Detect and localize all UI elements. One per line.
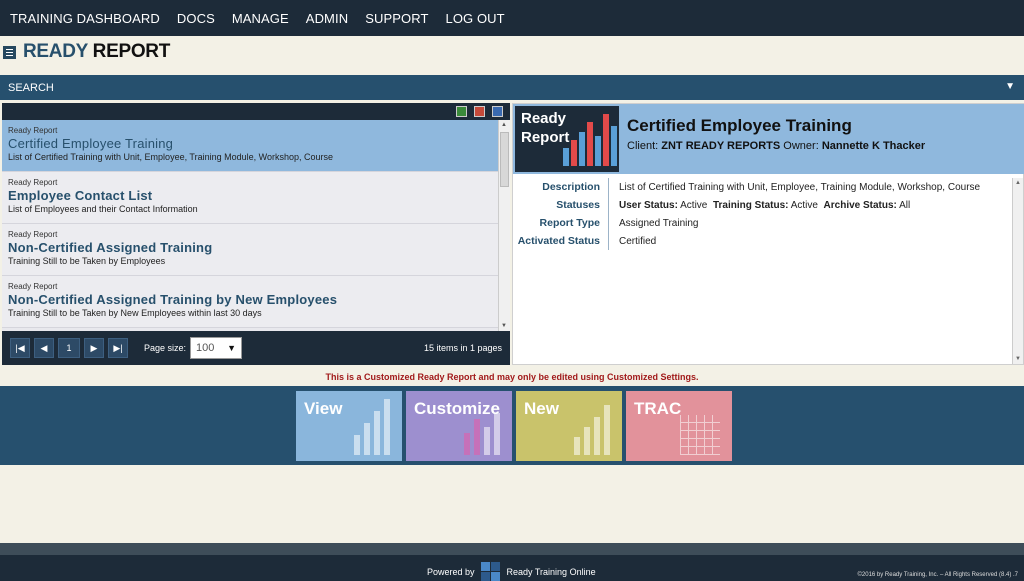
scroll-up-icon[interactable]: ▲ [1015,180,1021,186]
nav-admin[interactable]: ADMIN [306,11,348,26]
pdf-export-icon[interactable] [474,106,485,117]
powered-by: Powered by Ready Training Online [427,562,596,581]
page-size-label: Page size: [144,343,187,353]
list-item[interactable]: Ready Report Certified Employee Training… [2,120,498,172]
description-value: List of Certified Training with Unit, Em… [619,181,981,193]
last-page-button[interactable]: ▶| [108,338,128,358]
scroll-down-icon[interactable]: ▼ [501,323,507,329]
scroll-down-icon[interactable]: ▼ [1015,356,1021,362]
top-nav: TRAINING DASHBOARD DOCS MANAGE ADMIN SUP… [0,0,1024,36]
list-item[interactable]: Ready Report Employee Contact List List … [2,172,498,224]
copyright: ©2016 by Ready Training, Inc. – All Righ… [857,572,1018,578]
list-item[interactable]: Ready Report Non-Certified Assigned Trai… [2,276,498,328]
trac-button[interactable]: TRAC [626,391,732,461]
new-button[interactable]: New [516,391,622,461]
scroll-up-icon[interactable]: ▲ [501,122,507,128]
nav-support[interactable]: SUPPORT [365,11,428,26]
nav-training-dashboard[interactable]: TRAINING DASHBOARD [10,11,160,26]
nav-log-out[interactable]: LOG OUT [446,11,505,26]
report-list-panel: Ready Report Certified Employee Training… [2,103,510,365]
excel-export-icon[interactable] [456,106,467,117]
footer: Powered by Ready Training Online ©2016 b… [0,555,1024,581]
detail-client-owner: Client: ZNT READY REPORTS Owner: Nannett… [627,140,926,152]
ready-report-logo: Ready Report [515,106,619,172]
search-label: SEARCH [8,81,54,94]
pager: |◀ ◀ 1 ▶ ▶| Page size: 100 ▼ 15 items in… [2,331,510,365]
next-page-button[interactable]: ▶ [84,338,104,358]
search-toggle-bar[interactable]: SEARCH ▼ [0,75,1024,100]
list-item[interactable]: Ready Report Non-Certified Assigned Trai… [2,224,498,276]
statuses-value: User Status: Active Training Status: Act… [619,199,911,211]
report-type-value: Assigned Training [619,217,699,229]
footer-strip [0,543,1024,555]
list-icon [3,45,16,59]
activated-status-value: Certified [619,235,657,247]
report-list: Ready Report Certified Employee Training… [2,120,498,331]
list-scrollbar[interactable]: ▲ ▼ [498,120,510,331]
word-export-icon[interactable] [492,106,503,117]
customize-button[interactable]: Customize [406,391,512,461]
page-size-select[interactable]: 100 ▼ [190,337,243,359]
logo-line2: Report [521,129,570,146]
report-detail-panel: Ready Report Certified Employee Training… [512,103,1024,365]
detail-fields: Description List of Certified Training w… [513,178,1013,250]
action-band: View Customize New TRAC [0,386,1024,465]
detail-title: Certified Employee Training [627,116,852,135]
page-title-part1: READY [23,41,88,62]
page-size-value: 100 [196,342,215,354]
detail-scrollbar[interactable]: ▲ ▼ [1012,178,1023,364]
pager-info: 15 items in 1 pages [423,343,502,353]
first-page-button[interactable]: |◀ [10,338,30,358]
scroll-thumb[interactable] [500,132,509,187]
export-toolbar [2,103,510,120]
nav-manage[interactable]: MANAGE [232,11,289,26]
nav-docs[interactable]: DOCS [177,11,215,26]
view-button[interactable]: View [296,391,402,461]
ready-training-logo-icon [480,562,501,581]
prev-page-button[interactable]: ◀ [34,338,54,358]
brand-name: Ready Training Online [506,567,596,577]
logo-line1: Ready [521,110,567,127]
page-number-button[interactable]: 1 [58,338,80,358]
owner-name: Nannette K Thacker [821,140,926,152]
detail-header: Ready Report Certified Employee Training… [513,104,1024,174]
chevron-down-icon[interactable]: ▼ [227,343,236,353]
client-name: ZNT READY REPORTS [661,140,781,152]
page-title: READY REPORT [3,40,170,64]
page-title-part2: REPORT [92,41,171,62]
customized-notice: This is a Customized Ready Report and ma… [325,372,699,382]
chevron-down-icon[interactable]: ▼ [1005,81,1015,92]
